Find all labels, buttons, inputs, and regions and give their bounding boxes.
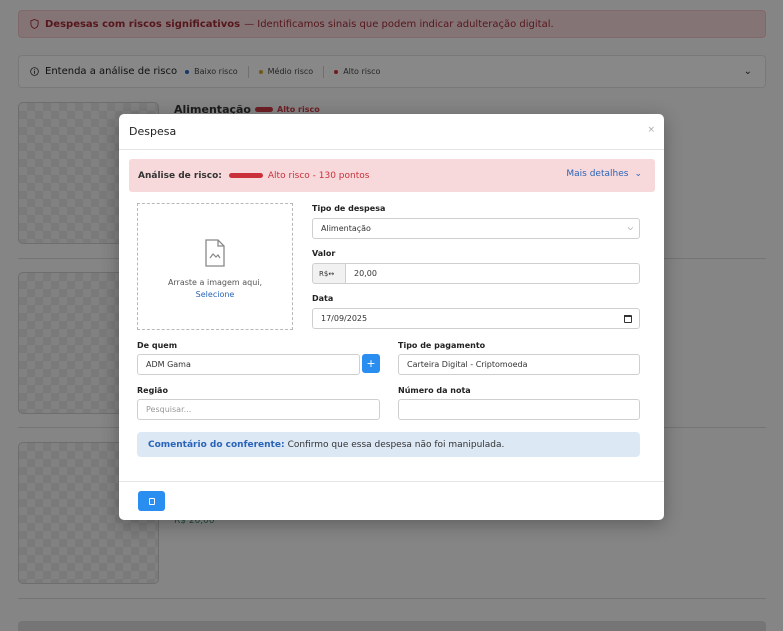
region-search-input[interactable]: Pesquisar... [137, 399, 380, 420]
modal-title: Despesa [129, 125, 177, 138]
risk-bar [228, 173, 263, 178]
region-label: Região [137, 386, 168, 395]
save-button[interactable] [138, 491, 165, 511]
modal-footer-divider [119, 481, 664, 482]
expense-type-label: Tipo de despesa [312, 204, 386, 213]
more-details-button[interactable]: Mais detalhes ⌄ [566, 169, 642, 179]
from-whom-label: De quem [137, 341, 178, 350]
date-label: Data [312, 294, 334, 303]
select-file-link[interactable]: Selecione [138, 290, 292, 299]
risk-value: Alto risco - 130 pontos [267, 170, 370, 181]
from-whom-input[interactable]: ADM Gama [137, 354, 360, 375]
date-input[interactable]: 17/09/2025 [312, 308, 640, 329]
value-label: Valor [312, 249, 336, 258]
close-icon[interactable]: × [647, 125, 655, 135]
payment-type-input[interactable]: Carteira Digital - Criptomoeda [398, 354, 640, 375]
payment-type-label: Tipo de pagamento [398, 341, 486, 350]
expense-modal: Despesa × Análise de risco: Alto risco -… [119, 114, 664, 520]
reviewer-comment: Comentário do conferente: Confirmo que e… [137, 432, 640, 457]
risk-analysis-box: Análise de risco: Alto risco - 130 ponto… [129, 159, 655, 192]
currency-prefix[interactable]: R$↔ [312, 263, 346, 284]
chevron-down-icon: ⌄ [634, 169, 642, 179]
risk-analysis-label: Análise de risco: [138, 170, 222, 181]
expense-type-select[interactable]: Alimentação ⌵ [312, 218, 640, 239]
invoice-number-input[interactable] [398, 399, 640, 420]
modal-header: Despesa × [119, 114, 664, 150]
dropzone-hint: Arraste a imagem aqui, [167, 278, 263, 287]
invoice-number-label: Número da nota [398, 386, 471, 395]
chevron-down-icon: ⌵ [627, 224, 633, 232]
image-file-icon [205, 239, 225, 267]
add-person-button[interactable]: + [362, 354, 380, 373]
value-input[interactable]: 20,00 [345, 263, 640, 284]
image-dropzone[interactable]: Arraste a imagem aqui, Selecione [137, 203, 293, 330]
calendar-icon[interactable] [624, 315, 632, 323]
save-icon [148, 497, 155, 505]
